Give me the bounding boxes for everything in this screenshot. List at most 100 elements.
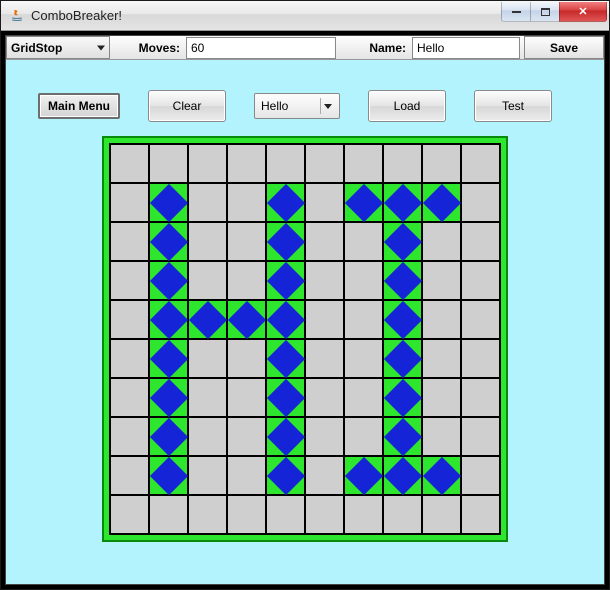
grid-cell[interactable] — [461, 300, 500, 339]
grid[interactable] — [109, 143, 501, 535]
grid-cell[interactable] — [305, 261, 344, 300]
grid-cell[interactable] — [461, 339, 500, 378]
grid-cell[interactable] — [383, 261, 422, 300]
grid-cell[interactable] — [110, 495, 149, 534]
grid-cell[interactable] — [461, 456, 500, 495]
grid-cell[interactable] — [461, 417, 500, 456]
grid-cell[interactable] — [149, 300, 188, 339]
grid-cell[interactable] — [422, 339, 461, 378]
grid-cell[interactable] — [110, 183, 149, 222]
grid-cell[interactable] — [344, 456, 383, 495]
grid-cell[interactable] — [266, 417, 305, 456]
grid-cell[interactable] — [305, 417, 344, 456]
grid-cell[interactable] — [422, 378, 461, 417]
main-menu-button[interactable]: Main Menu — [38, 93, 120, 119]
grid-cell[interactable] — [110, 417, 149, 456]
grid-cell[interactable] — [344, 300, 383, 339]
grid-cell[interactable] — [383, 339, 422, 378]
grid-cell[interactable] — [461, 144, 500, 183]
grid-cell[interactable] — [227, 144, 266, 183]
grid-cell[interactable] — [188, 144, 227, 183]
grid-cell[interactable] — [383, 495, 422, 534]
grid-cell[interactable] — [110, 300, 149, 339]
grid-cell[interactable] — [461, 183, 500, 222]
grid-cell[interactable] — [422, 222, 461, 261]
grid-cell[interactable] — [227, 261, 266, 300]
grid-cell[interactable] — [227, 300, 266, 339]
grid-cell[interactable] — [344, 222, 383, 261]
grid-cell[interactable] — [110, 261, 149, 300]
grid-cell[interactable] — [422, 183, 461, 222]
grid-cell[interactable] — [110, 222, 149, 261]
grid-cell[interactable] — [188, 456, 227, 495]
load-button[interactable]: Load — [368, 90, 446, 122]
grid-cell[interactable] — [149, 222, 188, 261]
grid-cell[interactable] — [305, 300, 344, 339]
grid-cell[interactable] — [110, 456, 149, 495]
grid-cell[interactable] — [149, 456, 188, 495]
grid-cell[interactable] — [188, 495, 227, 534]
grid-cell[interactable] — [110, 339, 149, 378]
grid-cell[interactable] — [344, 339, 383, 378]
grid-cell[interactable] — [188, 183, 227, 222]
grid-cell[interactable] — [344, 144, 383, 183]
grid-cell[interactable] — [188, 378, 227, 417]
grid-cell[interactable] — [305, 378, 344, 417]
grid-cell[interactable] — [422, 456, 461, 495]
grid-cell[interactable] — [188, 261, 227, 300]
grid-cell[interactable] — [383, 222, 422, 261]
grid-cell[interactable] — [149, 261, 188, 300]
grid-cell[interactable] — [344, 417, 383, 456]
grid-cell[interactable] — [383, 144, 422, 183]
grid-cell[interactable] — [227, 378, 266, 417]
grid-cell[interactable] — [227, 183, 266, 222]
grid-cell[interactable] — [266, 456, 305, 495]
grid-cell[interactable] — [305, 222, 344, 261]
grid-cell[interactable] — [227, 339, 266, 378]
grid-cell[interactable] — [110, 378, 149, 417]
moves-input[interactable] — [186, 37, 336, 59]
grid-cell[interactable] — [383, 417, 422, 456]
grid-cell[interactable] — [266, 378, 305, 417]
close-button[interactable]: ✕ — [559, 2, 607, 22]
grid-cell[interactable] — [344, 495, 383, 534]
grid-cell[interactable] — [422, 300, 461, 339]
grid-cell[interactable] — [188, 417, 227, 456]
grid-cell[interactable] — [461, 222, 500, 261]
save-button[interactable]: Save — [524, 36, 604, 59]
grid-cell[interactable] — [383, 456, 422, 495]
grid-cell[interactable] — [344, 183, 383, 222]
grid-cell[interactable] — [188, 300, 227, 339]
grid-cell[interactable] — [188, 222, 227, 261]
grid-cell[interactable] — [422, 144, 461, 183]
titlebar[interactable]: ComboBreaker! ✕ — [1, 1, 609, 31]
clear-button[interactable]: Clear — [148, 90, 226, 122]
grid-cell[interactable] — [461, 495, 500, 534]
grid-cell[interactable] — [227, 495, 266, 534]
grid-cell[interactable] — [305, 495, 344, 534]
grid-cell[interactable] — [305, 183, 344, 222]
preset-dropdown[interactable]: Hello — [254, 93, 340, 119]
grid-cell[interactable] — [149, 417, 188, 456]
grid-cell[interactable] — [305, 456, 344, 495]
minimize-button[interactable] — [501, 2, 531, 22]
grid-cell[interactable] — [266, 495, 305, 534]
grid-cell[interactable] — [149, 339, 188, 378]
grid-cell[interactable] — [461, 378, 500, 417]
grid-cell[interactable] — [305, 339, 344, 378]
grid-cell[interactable] — [266, 144, 305, 183]
grid-cell[interactable] — [149, 495, 188, 534]
grid-cell[interactable] — [188, 339, 227, 378]
mode-dropdown[interactable]: GridStop — [6, 36, 110, 59]
grid-cell[interactable] — [266, 183, 305, 222]
grid-cell[interactable] — [461, 261, 500, 300]
grid-cell[interactable] — [266, 339, 305, 378]
test-button[interactable]: Test — [474, 90, 552, 122]
grid-cell[interactable] — [110, 144, 149, 183]
grid-cell[interactable] — [227, 417, 266, 456]
grid-cell[interactable] — [266, 222, 305, 261]
maximize-button[interactable] — [530, 2, 560, 22]
grid-cell[interactable] — [227, 456, 266, 495]
grid-cell[interactable] — [266, 300, 305, 339]
grid-cell[interactable] — [149, 183, 188, 222]
